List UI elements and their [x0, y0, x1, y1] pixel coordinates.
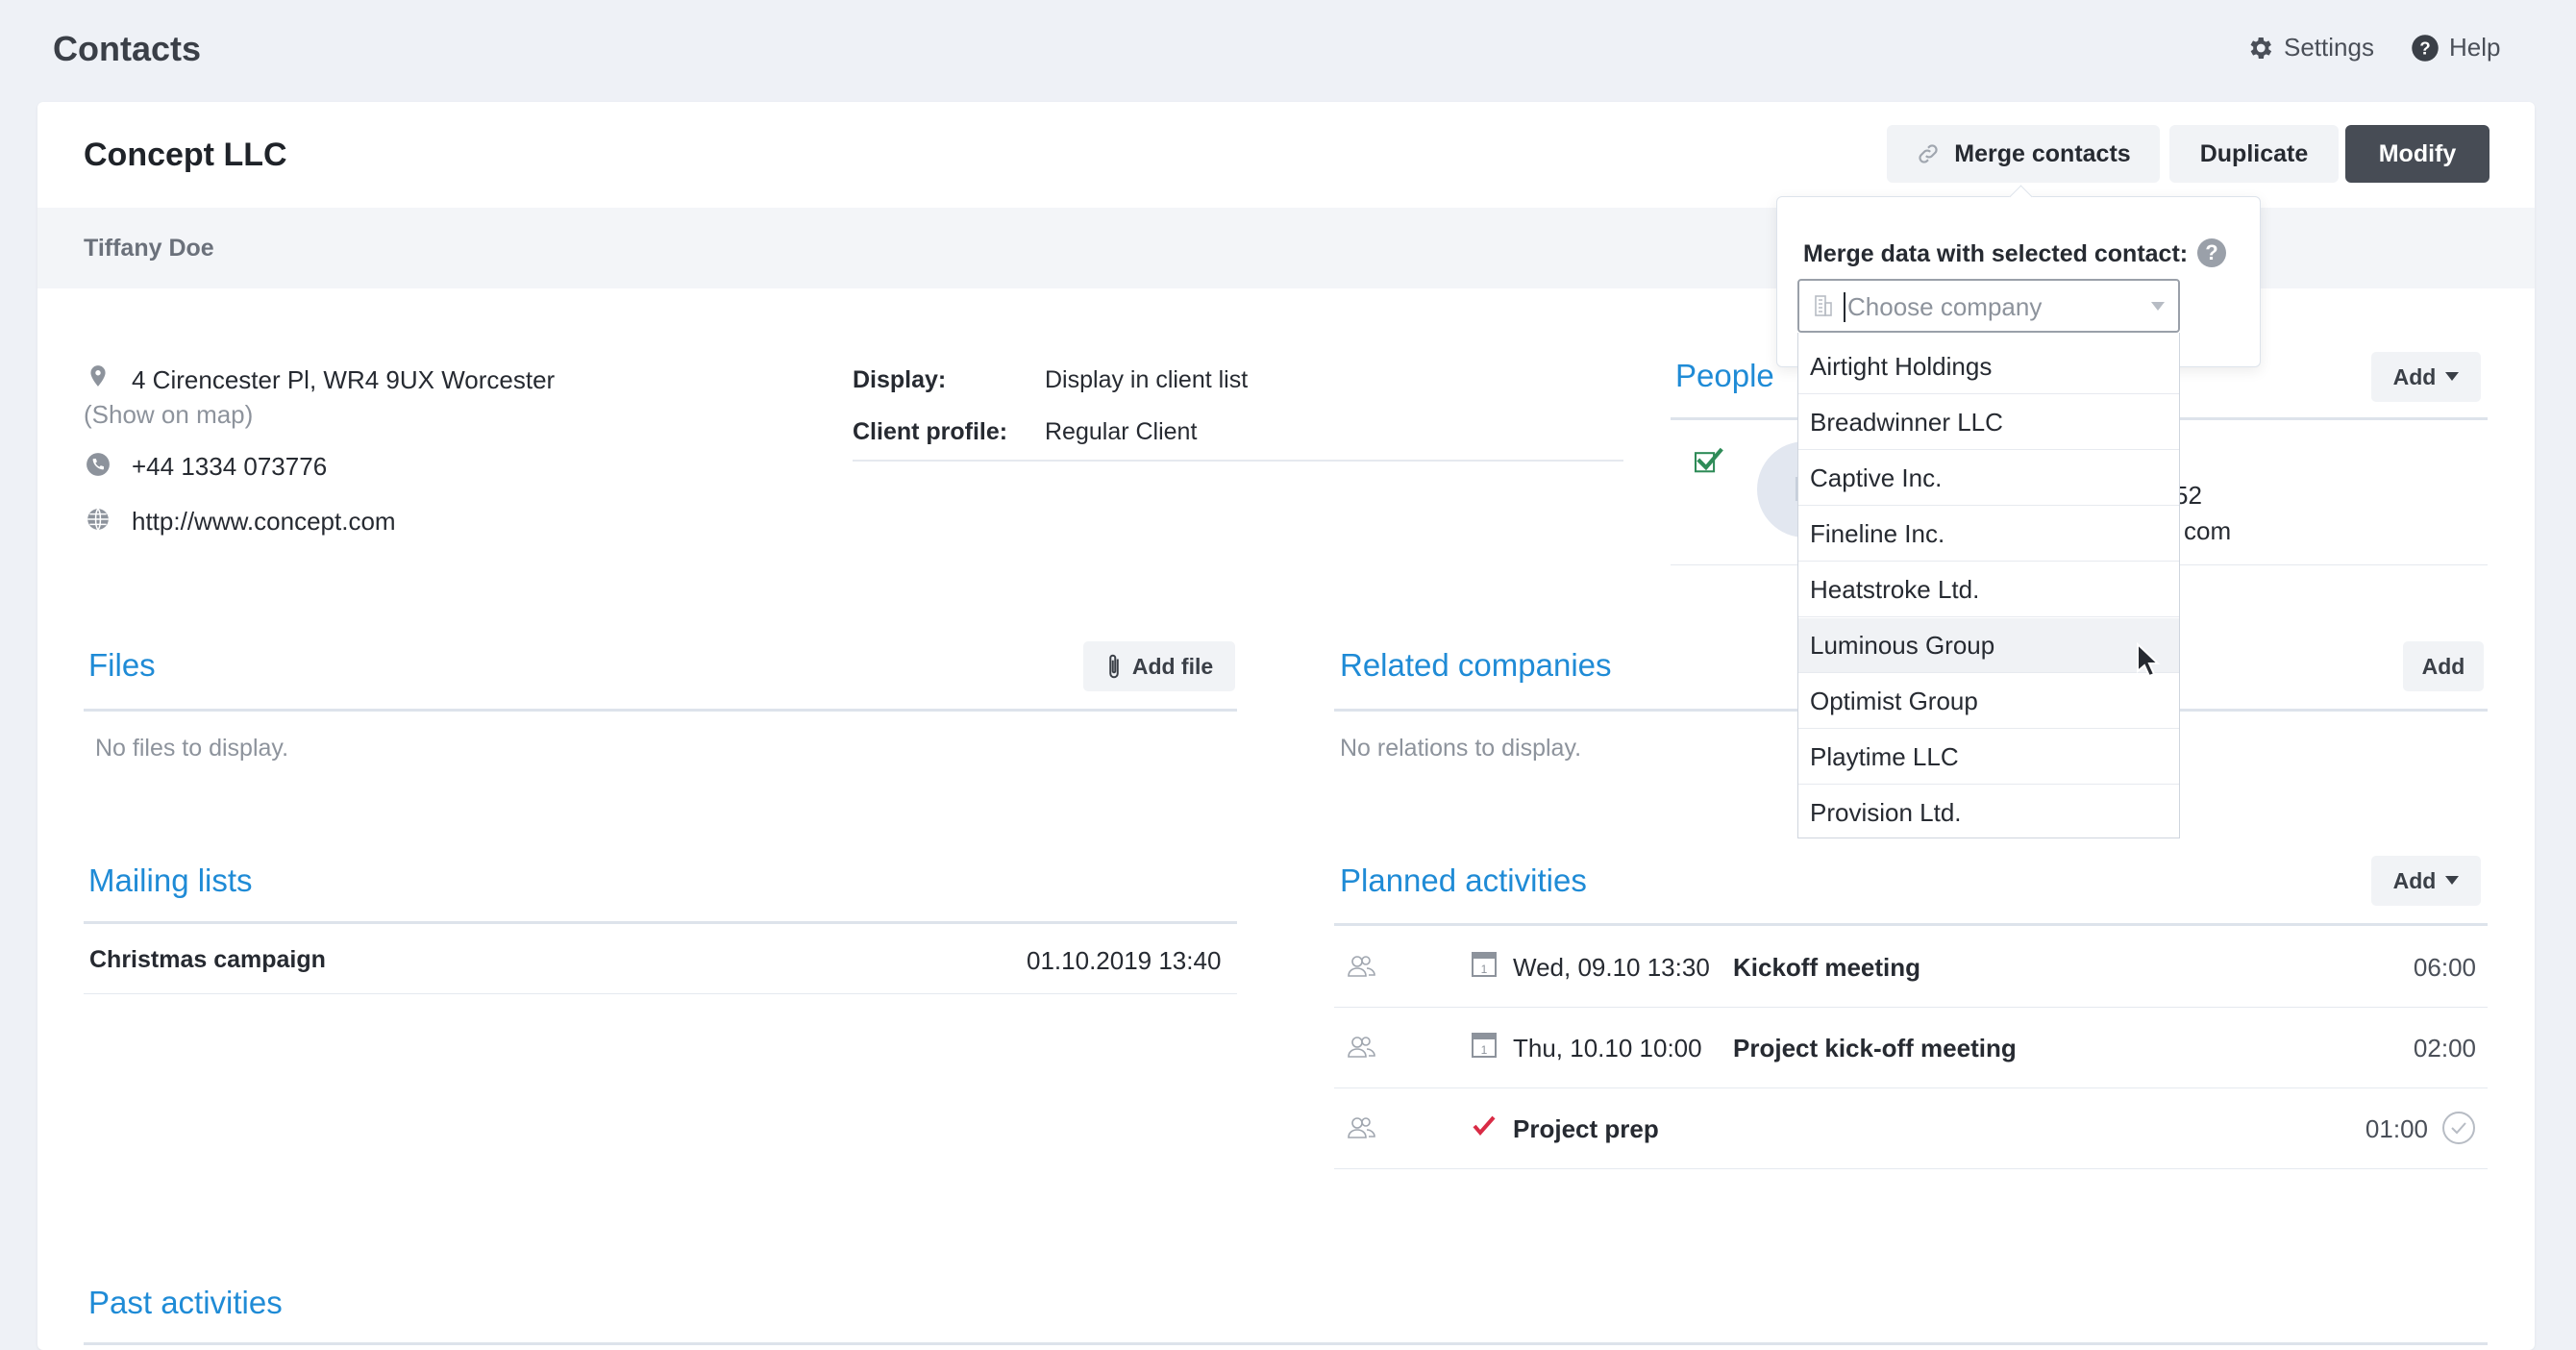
add-file-label: Add file — [1131, 653, 1214, 679]
display-value: Display in client list — [1045, 366, 1249, 393]
gear-icon — [2250, 37, 2272, 59]
contact-person: Tiffany Doe — [84, 235, 214, 262]
phone-icon — [87, 453, 110, 476]
dropdown-option[interactable]: Airtight Holdings — [1798, 339, 2179, 394]
client-profile-label: Client profile: — [853, 418, 1008, 445]
planned-add-button[interactable]: Add — [2371, 856, 2481, 906]
settings-label: Settings — [2284, 33, 2374, 62]
task-check-icon — [1473, 1115, 1496, 1137]
top-bar: Contacts Settings ? Help — [0, 0, 2576, 102]
related-add-button[interactable]: Add — [2403, 641, 2484, 691]
people-icon — [1348, 1037, 1375, 1058]
mouse-cursor-icon — [2137, 642, 2161, 678]
dropdown-option-hovered[interactable]: Luminous Group — [1798, 618, 2179, 673]
people-add-label: Add — [2392, 363, 2437, 389]
activity-title: Project prep — [1513, 1114, 1659, 1143]
help-circle-icon[interactable]: ? — [2197, 238, 2226, 267]
activity-row[interactable]: Project prep 01:00 — [1332, 1088, 2488, 1168]
paperclip-icon — [1109, 654, 1119, 679]
activity-row[interactable]: 1 Thu, 10.10 10:00 Project kick-off meet… — [1332, 1007, 2488, 1088]
merge-contacts-label: Merge contacts — [1954, 139, 2131, 167]
calendar-icon: 1 — [1472, 952, 1497, 977]
svg-text:?: ? — [2419, 38, 2430, 58]
app-title: Contacts — [53, 29, 202, 68]
dropdown-option[interactable]: Playtime LLC — [1798, 730, 2179, 785]
merge-popover-label: Merge data with selected contact: — [1803, 240, 2189, 267]
company-dropdown-list: Airtight Holdings Breadwinner LLC Captiv… — [1797, 333, 2180, 838]
files-empty-text: No files to display. — [95, 735, 289, 762]
caret-down-icon — [2445, 372, 2460, 381]
people-title: People — [1675, 358, 1774, 393]
activity-row[interactable]: 1 Wed, 09.10 13:30 Kickoff meeting 06:00 — [1332, 926, 2488, 1007]
company-select-placeholder: Choose company — [1844, 292, 2042, 322]
dropdown-option[interactable]: Captive Inc. — [1798, 451, 2179, 506]
people-add-button[interactable]: Add — [2371, 352, 2481, 402]
mailing-list-date: 01.10.2019 13:40 — [1027, 946, 1222, 975]
company-select[interactable]: Choose company — [1797, 279, 2180, 333]
planned-activities-title: Planned activities — [1340, 862, 1587, 898]
mailing-rule — [84, 921, 1237, 924]
files-title: Files — [88, 647, 156, 683]
help-link[interactable]: ? Help — [2411, 33, 2500, 62]
website-link[interactable]: http://www.concept.com — [132, 507, 396, 537]
help-icon: ? — [2412, 34, 2439, 62]
display-label: Display: — [853, 366, 947, 393]
duplicate-button[interactable]: Duplicate — [2169, 125, 2339, 183]
add-file-button[interactable]: Add file — [1083, 641, 1235, 691]
related-companies-title: Related companies — [1340, 647, 1612, 683]
company-name: Concept LLC — [84, 137, 287, 173]
complete-circle-icon[interactable] — [2441, 1111, 2476, 1145]
mailing-row-rule — [84, 993, 1237, 994]
activity-duration: 01:00 — [2365, 1114, 2428, 1143]
activity-row-rule — [1334, 1168, 2488, 1169]
dropdown-option[interactable]: Fineline Inc. — [1798, 507, 2179, 562]
svg-text:1: 1 — [1481, 1043, 1488, 1057]
caret-down-icon — [2151, 302, 2165, 311]
activity-title: Kickoff meeting — [1733, 953, 1921, 982]
caret-down-icon — [2445, 876, 2460, 885]
people-icon — [1348, 956, 1375, 977]
people-icon — [1348, 1117, 1375, 1138]
merge-contacts-button[interactable]: Merge contacts — [1887, 125, 2160, 183]
dropdown-option[interactable]: Optimist Group — [1798, 674, 2179, 729]
globe-icon — [87, 508, 109, 531]
address-text: 4 Cirencester Pl, WR4 9UX Worcester — [132, 365, 556, 394]
activity-title: Project kick-off meeting — [1733, 1034, 2017, 1062]
svg-text:1: 1 — [1481, 962, 1488, 976]
related-empty-text: No relations to display. — [1340, 735, 1582, 762]
building-icon — [1815, 295, 1832, 316]
location-pin-icon — [90, 365, 106, 387]
person-email-partial: com — [2184, 516, 2232, 545]
show-on-map-link[interactable]: (Show on map) — [84, 400, 253, 430]
phone-text: +44 1334 073776 — [132, 452, 328, 481]
checkmark-icon — [1694, 447, 1723, 473]
planned-add-label: Add — [2392, 867, 2437, 893]
link-icon — [1919, 144, 1938, 163]
activity-date: Wed, 09.10 13:30 — [1513, 953, 1710, 982]
dropdown-option[interactable]: Provision Ltd. — [1798, 786, 2179, 840]
mailing-lists-title: Mailing lists — [88, 862, 253, 898]
details-divider — [853, 460, 1623, 462]
calendar-icon: 1 — [1472, 1033, 1497, 1058]
dropdown-option[interactable]: Breadwinner LLC — [1798, 395, 2179, 450]
client-profile-value: Regular Client — [1045, 418, 1198, 445]
past-activities-rule — [84, 1342, 2488, 1345]
help-label: Help — [2449, 33, 2501, 62]
mailing-list-name[interactable]: Christmas campaign — [89, 946, 326, 974]
activity-duration: 02:00 — [2413, 1034, 2476, 1062]
past-activities-title: Past activities — [88, 1285, 283, 1320]
dropdown-option[interactable]: Heatstroke Ltd. — [1798, 562, 2179, 617]
files-rule — [84, 709, 1237, 712]
activity-date: Thu, 10.10 10:00 — [1513, 1034, 1702, 1062]
activity-duration: 06:00 — [2413, 953, 2476, 982]
modify-button[interactable]: Modify — [2345, 125, 2489, 183]
settings-link[interactable]: Settings — [2245, 33, 2374, 62]
